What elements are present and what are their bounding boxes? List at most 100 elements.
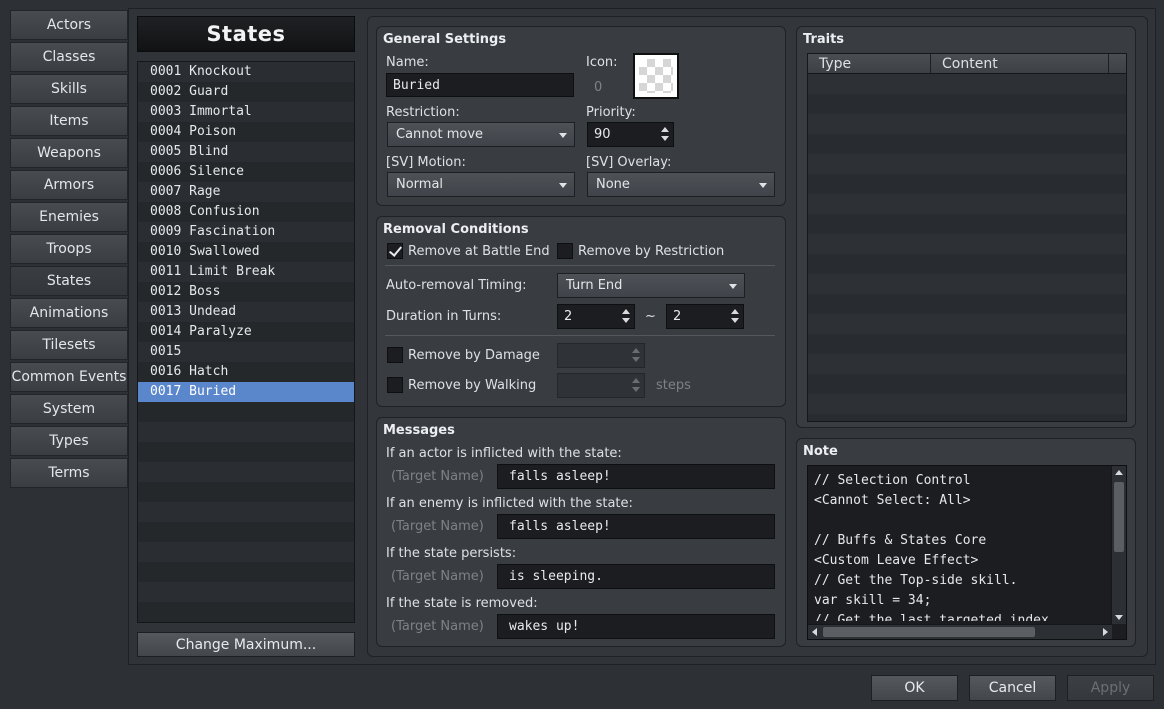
nav-tab-tilesets[interactable]: Tilesets — [10, 330, 128, 360]
damage-spinner[interactable] — [557, 343, 645, 368]
priority-spinner[interactable]: 90 — [587, 122, 674, 147]
state-list[interactable]: 0001 Knockout 0002 Guard 0003 Immortal 0004… — [137, 61, 355, 623]
state-list-item[interactable]: 0016 Hatch — [138, 362, 354, 382]
spin-up-icon[interactable] — [661, 127, 669, 132]
traits-row[interactable] — [808, 134, 1126, 154]
spin-down-icon[interactable] — [622, 318, 630, 323]
nav-tab-system[interactable]: System — [10, 394, 128, 424]
traits-row[interactable] — [808, 94, 1126, 114]
scroll-down-icon[interactable] — [1115, 615, 1123, 620]
ok-button[interactable]: OK — [871, 675, 958, 701]
state-list-item[interactable]: 0002 Guard — [138, 82, 354, 102]
state-list-item[interactable]: 0001 Knockout — [138, 62, 354, 82]
name-field[interactable]: Buried — [386, 73, 574, 97]
remove-at-battle-end-checkbox[interactable] — [387, 243, 403, 259]
spin-down-icon[interactable] — [731, 318, 739, 323]
nav-tab-animations[interactable]: Animations — [10, 298, 128, 328]
traits-row[interactable] — [808, 214, 1126, 234]
change-maximum-button[interactable]: Change Maximum... — [137, 632, 355, 657]
state-list-item[interactable] — [138, 442, 354, 462]
traits-row[interactable] — [808, 74, 1126, 94]
spin-up-icon[interactable] — [731, 309, 739, 314]
duration-min-spinner[interactable]: 2 — [557, 304, 635, 329]
message-field[interactable]: wakes up! — [497, 614, 775, 639]
traits-row[interactable] — [808, 114, 1126, 134]
icon-picker[interactable] — [633, 53, 679, 99]
nav-tab-troops[interactable]: Troops — [10, 234, 128, 264]
nav-tab-actors[interactable]: Actors — [10, 10, 128, 40]
traits-row[interactable] — [808, 194, 1126, 214]
state-list-item[interactable]: 0014 Paralyze — [138, 322, 354, 342]
state-list-item[interactable]: 0011 Limit Break — [138, 262, 354, 282]
apply-button[interactable]: Apply — [1067, 675, 1154, 701]
scroll-left-icon[interactable] — [812, 628, 817, 636]
spin-down-icon[interactable] — [632, 387, 640, 392]
state-list-item[interactable] — [138, 522, 354, 542]
nav-tab-types[interactable]: Types — [10, 426, 128, 456]
auto-removal-timing-select[interactable]: Turn End — [557, 273, 745, 298]
state-list-item[interactable]: 0007 Rage — [138, 182, 354, 202]
nav-tab-common-events[interactable]: Common Events — [10, 362, 128, 392]
state-list-item[interactable] — [138, 462, 354, 482]
traits-row[interactable] — [808, 374, 1126, 394]
state-list-item[interactable]: 0004 Poison — [138, 122, 354, 142]
traits-row[interactable] — [808, 234, 1126, 254]
state-list-item[interactable]: 0006 Silence — [138, 162, 354, 182]
spin-up-icon[interactable] — [632, 348, 640, 353]
message-field[interactable]: falls asleep! — [497, 464, 775, 489]
scroll-up-icon[interactable] — [1115, 470, 1123, 475]
message-field[interactable]: falls asleep! — [497, 514, 775, 539]
spin-up-icon[interactable] — [632, 378, 640, 383]
traits-row[interactable] — [808, 274, 1126, 294]
state-list-item[interactable] — [138, 562, 354, 582]
nav-tab-states[interactable]: States — [10, 266, 128, 296]
scroll-right-icon[interactable] — [1103, 628, 1108, 636]
remove-by-walking-checkbox[interactable] — [387, 377, 403, 393]
state-list-item[interactable]: 0012 Boss — [138, 282, 354, 302]
traits-row[interactable] — [808, 354, 1126, 374]
nav-tab-classes[interactable]: Classes — [10, 42, 128, 72]
spin-down-icon[interactable] — [632, 357, 640, 362]
traits-row[interactable] — [808, 414, 1126, 421]
traits-row[interactable] — [808, 314, 1126, 334]
state-list-item[interactable]: 0013 Undead — [138, 302, 354, 322]
nav-tab-armors[interactable]: Armors — [10, 170, 128, 200]
state-list-item[interactable] — [138, 602, 354, 622]
traits-row[interactable] — [808, 394, 1126, 414]
message-field[interactable]: is sleeping. — [497, 564, 775, 589]
state-list-item[interactable]: 0010 Swallowed — [138, 242, 354, 262]
nav-tab-enemies[interactable]: Enemies — [10, 202, 128, 232]
traits-row[interactable] — [808, 174, 1126, 194]
state-list-item[interactable]: 0003 Immortal — [138, 102, 354, 122]
state-list-item[interactable] — [138, 402, 354, 422]
sv-motion-select[interactable]: Normal — [387, 172, 575, 197]
note-horizontal-scrollbar[interactable] — [808, 624, 1112, 639]
state-list-item[interactable]: 0008 Confusion — [138, 202, 354, 222]
note-vertical-scrollbar[interactable] — [1111, 466, 1126, 624]
state-list-item[interactable] — [138, 542, 354, 562]
nav-tab-skills[interactable]: Skills — [10, 74, 128, 104]
restriction-select[interactable]: Cannot move — [387, 122, 575, 147]
remove-by-damage-checkbox[interactable] — [387, 347, 403, 363]
nav-tab-weapons[interactable]: Weapons — [10, 138, 128, 168]
traits-col-content[interactable]: Content — [931, 54, 1109, 73]
spin-down-icon[interactable] — [661, 136, 669, 141]
state-list-item[interactable]: 0017 Buried — [138, 382, 354, 402]
note-vscroll-thumb[interactable] — [1114, 482, 1124, 552]
state-list-item[interactable] — [138, 422, 354, 442]
state-list-item[interactable]: 0015 — [138, 342, 354, 362]
traits-table[interactable]: Type Content — [807, 53, 1127, 422]
traits-row[interactable] — [808, 154, 1126, 174]
note-textarea[interactable]: // Selection Control <Cannot Select: All>… — [807, 465, 1127, 640]
state-list-item[interactable]: 0009 Fascination — [138, 222, 354, 242]
state-list-item[interactable] — [138, 502, 354, 522]
traits-col-type[interactable]: Type — [808, 54, 931, 73]
sv-overlay-select[interactable]: None — [587, 172, 775, 197]
spin-up-icon[interactable] — [622, 309, 630, 314]
duration-max-spinner[interactable]: 2 — [666, 304, 744, 329]
traits-row[interactable] — [808, 334, 1126, 354]
state-list-item[interactable] — [138, 482, 354, 502]
state-list-item[interactable] — [138, 582, 354, 602]
nav-tab-items[interactable]: Items — [10, 106, 128, 136]
note-hscroll-thumb[interactable] — [823, 627, 1035, 637]
